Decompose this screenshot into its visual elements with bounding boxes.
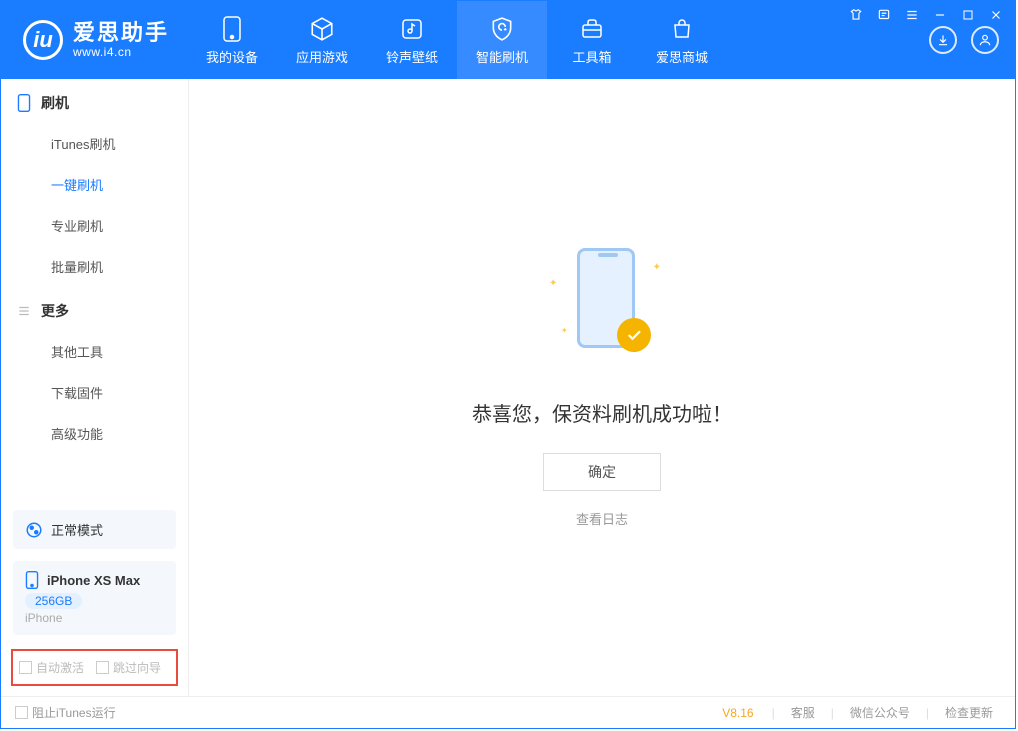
refresh-shield-icon (488, 15, 516, 43)
window-controls (847, 7, 1005, 23)
list-icon (17, 304, 31, 318)
nav-ringtone[interactable]: 铃声壁纸 (367, 1, 457, 79)
view-log-link[interactable]: 查看日志 (576, 509, 628, 528)
sidebar-item-advanced[interactable]: 高级功能 (1, 413, 188, 454)
checkbox-auto-activate[interactable]: 自动激活 (19, 659, 84, 676)
music-icon (398, 15, 426, 43)
sidebar-item-pro[interactable]: 专业刷机 (1, 205, 188, 246)
sidebar-group-flash: 刷机 (1, 79, 188, 123)
brand-name: 爱思助手 (73, 21, 169, 45)
main-content: ✦ ✦ ✦ 恭喜您，保资料刷机成功啦！ 确定 查看日志 (189, 79, 1015, 696)
nav-flash[interactable]: 智能刷机 (457, 1, 547, 79)
checkbox-skip-guide[interactable]: 跳过向导 (96, 659, 161, 676)
sidebar-item-oneclick[interactable]: 一键刷机 (1, 164, 188, 205)
device-mode-box[interactable]: 正常模式 (13, 510, 176, 549)
nav-apps[interactable]: 应用游戏 (277, 1, 367, 79)
mode-icon (25, 521, 43, 539)
bag-icon (668, 15, 696, 43)
maximize-button[interactable] (959, 7, 977, 23)
status-bar: 阻止iTunes运行 V8.16 | 客服 | 微信公众号 | 检查更新 (1, 696, 1015, 728)
device-capacity: 256GB (25, 593, 82, 609)
success-illustration: ✦ ✦ ✦ (547, 248, 657, 358)
device-info-box[interactable]: iPhone XS Max 256GB iPhone (13, 561, 176, 635)
sidebar-item-firmware[interactable]: 下载固件 (1, 372, 188, 413)
device-name: iPhone XS Max (47, 573, 140, 588)
success-check-icon (617, 318, 651, 352)
bottom-options-highlight: 自动激活 跳过向导 (11, 649, 178, 686)
nav-store[interactable]: 爱思商城 (637, 1, 727, 79)
nav-toolbox[interactable]: 工具箱 (547, 1, 637, 79)
feedback-icon[interactable] (875, 7, 893, 23)
sidebar-item-itunes[interactable]: iTunes刷机 (1, 123, 188, 164)
close-button[interactable] (987, 7, 1005, 23)
nav-my-device[interactable]: 我的设备 (187, 1, 277, 79)
checkbox-icon (19, 661, 32, 674)
device-type: iPhone (25, 611, 164, 625)
sidebar-item-batch[interactable]: 批量刷机 (1, 246, 188, 287)
device-icon (218, 15, 246, 43)
nav-label: 我的设备 (206, 47, 258, 66)
minimize-button[interactable] (931, 7, 949, 23)
confirm-button[interactable]: 确定 (543, 453, 661, 491)
nav-label: 工具箱 (573, 47, 612, 66)
menu-icon[interactable] (903, 7, 921, 23)
phone-icon (17, 94, 31, 112)
wechat-link[interactable]: 微信公众号 (842, 704, 918, 721)
device-icon (25, 571, 39, 589)
logo-icon: iu (23, 20, 63, 60)
download-button[interactable] (929, 26, 957, 54)
nav-label: 铃声壁纸 (386, 47, 438, 66)
user-button[interactable] (971, 26, 999, 54)
nav-label: 智能刷机 (476, 47, 528, 66)
sidebar-group-more: 更多 (1, 287, 188, 331)
logo[interactable]: iu 爱思助手 www.i4.cn (1, 1, 187, 79)
nav-label: 爱思商城 (656, 47, 708, 66)
brand-url: www.i4.cn (73, 45, 169, 59)
device-mode: 正常模式 (51, 520, 103, 539)
sidebar-item-tools[interactable]: 其他工具 (1, 331, 188, 372)
support-link[interactable]: 客服 (783, 704, 823, 721)
version-label: V8.16 (722, 706, 753, 720)
toolbox-icon (578, 15, 606, 43)
sidebar: 刷机 iTunes刷机 一键刷机 专业刷机 批量刷机 更多 其他工具 下载固件 … (1, 79, 189, 696)
checkbox-icon (15, 706, 28, 719)
success-message: 恭喜您，保资料刷机成功啦！ (472, 398, 732, 427)
checkbox-icon (96, 661, 109, 674)
shirt-icon[interactable] (847, 7, 865, 23)
cube-icon (308, 15, 336, 43)
nav-label: 应用游戏 (296, 47, 348, 66)
update-link[interactable]: 检查更新 (937, 704, 1001, 721)
checkbox-block-itunes[interactable]: 阻止iTunes运行 (15, 704, 116, 721)
